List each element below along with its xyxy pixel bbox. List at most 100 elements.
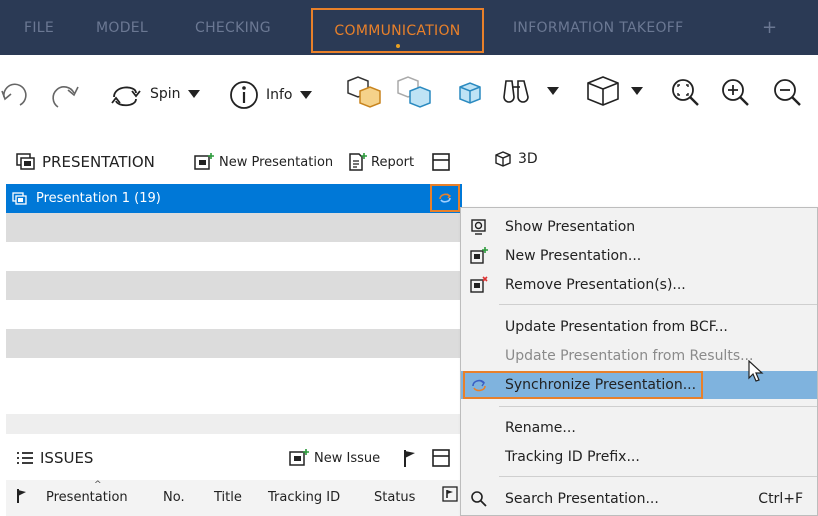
- tab-communication[interactable]: COMMUNICATION: [311, 8, 484, 53]
- menu-separator: [499, 304, 817, 305]
- new-presentation-icon: [470, 247, 488, 264]
- menu-item-shortcut: Ctrl+F: [758, 491, 803, 507]
- tab-label: MODEL: [96, 19, 149, 36]
- presentation-panel-header: PRESENTATION New Presentation Report: [6, 142, 462, 182]
- cube-group-icon: [347, 76, 381, 108]
- tab-3d-view[interactable]: 3D: [494, 150, 538, 168]
- column-header-tracking-id[interactable]: Tracking ID: [268, 490, 340, 505]
- column-header-no[interactable]: No.: [163, 490, 185, 505]
- list-item[interactable]: Presentation 1 (19): [6, 184, 462, 213]
- menu-item-label: Update Presentation from BCF...: [505, 319, 728, 335]
- new-issue-button[interactable]: New Issue: [288, 448, 380, 468]
- tab-model[interactable]: MODEL: [96, 0, 148, 55]
- flag-button[interactable]: [402, 448, 418, 468]
- tab-label: CHECKING: [195, 19, 271, 36]
- spin-icon: [111, 86, 141, 107]
- active-tab-indicator: [395, 44, 400, 48]
- tab-3d-label: 3D: [518, 151, 538, 167]
- tab-add[interactable]: +: [762, 0, 777, 55]
- info-label: Info: [266, 87, 293, 103]
- tab-label: FILE: [24, 19, 55, 36]
- show-presentation-icon: [471, 219, 486, 235]
- info-button[interactable]: Info: [228, 79, 313, 111]
- info-icon: [230, 81, 258, 109]
- menu-item-search-presentation[interactable]: Search Presentation... Ctrl+F: [461, 485, 817, 513]
- synchronize-button[interactable]: [430, 184, 460, 212]
- flag-list-icon: [442, 486, 458, 502]
- list-item: [6, 271, 462, 300]
- column-header-title[interactable]: Title: [214, 490, 242, 505]
- menu-item-label: Remove Presentation(s)...: [505, 277, 686, 293]
- zoom-fit-button[interactable]: [670, 77, 702, 109]
- tab-label: +: [762, 17, 778, 38]
- remove-presentation-icon: [470, 276, 488, 293]
- toolbar: Spin Info: [0, 55, 818, 135]
- box-outline-icon: [587, 76, 619, 106]
- menu-item-label: Update Presentation from Results...: [505, 348, 754, 364]
- presentation-item-label: Presentation 1 (19): [36, 191, 161, 206]
- flag-icon: [404, 450, 415, 467]
- menu-item-label: New Presentation...: [505, 248, 642, 264]
- list-item: [6, 329, 462, 358]
- flag-column-icon[interactable]: [16, 488, 28, 504]
- view-cube-button[interactable]: [584, 73, 644, 109]
- sync-icon: [439, 193, 452, 203]
- zoom-in-button[interactable]: [720, 77, 752, 109]
- chevron-down-icon: [187, 90, 200, 98]
- report-button[interactable]: Report: [347, 152, 414, 172]
- column-chooser-icon[interactable]: [442, 486, 458, 502]
- menu-item-update-from-bcf[interactable]: Update Presentation from BCF...: [461, 313, 817, 341]
- menu-item-label: Tracking ID Prefix...: [505, 449, 640, 465]
- menu-separator: [499, 406, 817, 407]
- panel-divider[interactable]: [6, 414, 462, 434]
- binoculars-button[interactable]: [500, 75, 560, 107]
- tab-file[interactable]: FILE: [24, 0, 54, 55]
- panel-maximize-button[interactable]: [431, 448, 451, 468]
- mouse-cursor-icon: [748, 360, 764, 382]
- column-header-label: Presentation: [46, 490, 128, 505]
- tab-checking[interactable]: CHECKING: [195, 0, 271, 55]
- column-header-presentation[interactable]: Presentation ^: [46, 480, 128, 505]
- redo-button[interactable]: [44, 75, 80, 111]
- ribbon-tab-bar: FILE MODEL CHECKING COMMUNICATION INFORM…: [0, 0, 818, 55]
- menu-item-new-presentation[interactable]: New Presentation...: [461, 242, 817, 270]
- new-presentation-button[interactable]: New Presentation: [193, 152, 333, 172]
- new-issue-label: New Issue: [314, 450, 381, 466]
- search-icon: [471, 491, 487, 507]
- select-objects-button[interactable]: [344, 73, 384, 109]
- list-item: [6, 213, 462, 242]
- presentation-panel-title: PRESENTATION: [42, 153, 155, 171]
- cube-hidden-icon: [397, 76, 431, 108]
- chevron-down-icon: [547, 87, 559, 95]
- tab-information-takeoff[interactable]: INFORMATION TAKEOFF: [513, 0, 684, 55]
- issues-panel-header: ISSUES New Issue: [6, 440, 462, 476]
- sync-icon: [472, 379, 486, 392]
- report-icon: [349, 153, 367, 171]
- zoom-fit-icon: [672, 79, 699, 106]
- column-header-label: Tracking ID: [268, 490, 341, 505]
- presentation-icon: [12, 191, 27, 205]
- zoom-out-button[interactable]: [772, 77, 804, 109]
- column-header-label: Status: [374, 490, 416, 505]
- maximize-icon: [432, 153, 450, 171]
- blue-cube-icon: [459, 82, 481, 104]
- panel-maximize-button[interactable]: [431, 152, 451, 172]
- hide-objects-button[interactable]: [394, 73, 434, 109]
- undo-icon: [1, 83, 27, 106]
- menu-item-label: Rename...: [505, 420, 576, 436]
- list-item: [6, 387, 462, 414]
- chevron-down-icon: [299, 91, 312, 99]
- menu-item-tracking-id-prefix[interactable]: Tracking ID Prefix...: [461, 443, 817, 471]
- menu-item-show-presentation[interactable]: Show Presentation: [461, 213, 817, 241]
- undo-button[interactable]: [0, 75, 32, 111]
- menu-item-remove-presentation[interactable]: Remove Presentation(s)...: [461, 271, 817, 299]
- isolate-object-button[interactable]: [456, 79, 484, 107]
- menu-item-rename[interactable]: Rename...: [461, 414, 817, 442]
- column-header-status[interactable]: Status: [374, 490, 415, 505]
- menu-item-label: Show Presentation: [505, 219, 636, 235]
- spin-button[interactable]: Spin: [108, 79, 201, 109]
- cube-icon: [495, 151, 511, 167]
- sort-ascending-icon: ^: [94, 480, 102, 490]
- new-presentation-icon: [194, 153, 214, 170]
- column-header-label: No.: [163, 490, 185, 505]
